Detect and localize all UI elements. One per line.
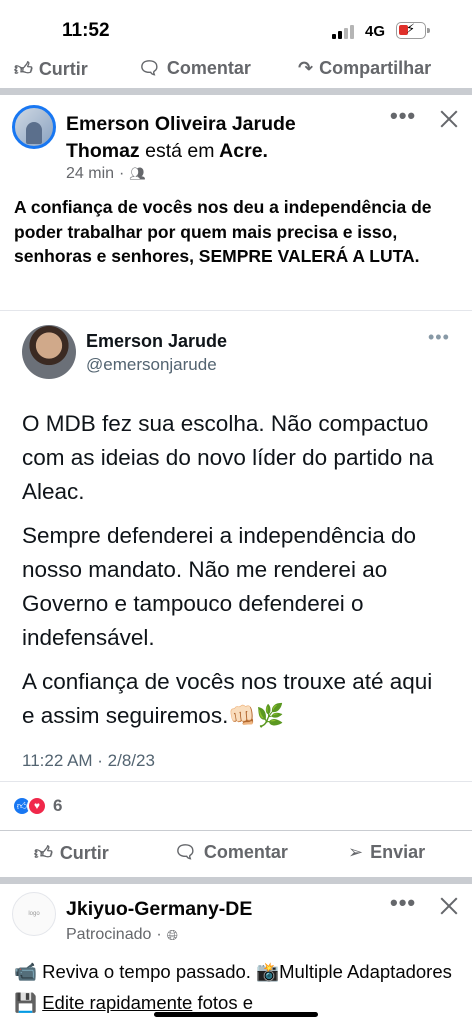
signal-icon [332,25,358,39]
comment-icon: 🗨︎ [174,842,197,862]
sponsored-post-text: 📹 Reviva o tempo passado. 📸Multiple Adap… [14,961,452,1013]
tweet-handle: @emersonjarude [86,355,217,374]
globe-icon: 🌐︎ [166,926,178,943]
thumbs-up-icon: 👍︎ [34,843,53,863]
post-time[interactable]: 24 min [66,165,114,183]
tweet-paragraph: A confiança de vocês nos trouxe até aqui… [22,669,433,728]
sponsored-post-header: logo Jkiyuo-Germany-DE Patrocinado · 🌐︎ … [0,890,472,950]
author-avatar[interactable] [12,105,56,149]
comment-button[interactable]: 🗨︎ Comentar [174,842,288,863]
checkin-prefix: está em [145,140,215,162]
post-meta: 24 min · 👥︎ [66,165,146,183]
ad-link-text[interactable]: Edite rapidamente [42,992,192,1013]
thumbs-up-icon: 👍︎ [14,59,33,79]
feed-divider [0,88,472,95]
more-options-icon[interactable]: ••• [390,890,416,916]
love-reaction-icon: ♥ [27,796,47,816]
sponsored-meta: Patrocinado · 🌐︎ [66,926,178,944]
previous-post-actions: 👍︎ Curtir 🗨︎ Comentar ↷ Compartilhar [0,54,472,82]
post-actions: 👍︎ Curtir 🗨︎ Comentar ➢ Enviar [0,838,472,872]
reaction-count: 6 [53,796,63,815]
tweet-body: O MDB fez sua escolha. Não compactuo com… [22,407,442,743]
tweet-paragraph: O MDB fez sua escolha. Não compactuo com… [22,411,434,504]
post-text: A confiança de vocês nos deu a independê… [14,197,432,266]
status-bar: 11:52 4G ⚡ [0,0,472,58]
tweet-avatar [22,325,76,379]
tweet-timestamp: 11:22 AM · 2/8/23 [22,751,155,770]
tweet-screenshot[interactable]: Emerson Jarude @emersonjarude ••• O MDB … [0,310,472,782]
tweet-more-icon: ••• [428,327,450,347]
home-indicator[interactable] [154,1012,318,1017]
comment-icon: 🗨︎ [138,58,161,78]
comment-button-prev[interactable]: 🗨︎ Comentar [138,58,251,79]
battery-icon: ⚡ [396,21,430,39]
reaction-summary[interactable]: 👍︎ ♥ 6 [12,796,62,816]
reactions-divider [0,830,472,831]
status-time: 11:52 [62,20,110,41]
share-button-prev[interactable]: ↷ Compartilhar [298,58,431,79]
post-header: Emerson Oliveira Jarude Thomaz está em A… [0,103,472,187]
tweet-paragraph: Sempre defenderei a independência do nos… [22,523,417,650]
facebook-feed: 11:52 4G ⚡ 👍︎ Curtir 🗨︎ Comentar ↷ Compa… [0,0,472,1024]
advertiser-name[interactable]: Jkiyuo-Germany-DE [66,898,252,921]
network-label: 4G [365,23,386,40]
checkin-place[interactable]: Acre. [219,140,268,162]
post-author-line: Emerson Oliveira Jarude Thomaz está em A… [66,111,356,165]
like-button-prev[interactable]: 👍︎ Curtir [14,58,88,80]
send-icon: ➢ [348,842,364,862]
close-icon[interactable] [438,108,460,130]
advertiser-avatar[interactable]: logo [12,892,56,936]
tweet-author-name: Emerson Jarude [86,331,228,351]
send-button[interactable]: ➢ Enviar [348,842,425,863]
friends-icon: 👥︎ [129,166,146,181]
sponsored-label[interactable]: Patrocinado [66,926,151,944]
feed-divider [0,877,472,884]
share-icon: ↷ [298,58,314,78]
like-button[interactable]: 👍︎ Curtir [34,842,109,864]
more-options-icon[interactable]: ••• [390,103,416,129]
close-icon[interactable] [438,895,460,917]
